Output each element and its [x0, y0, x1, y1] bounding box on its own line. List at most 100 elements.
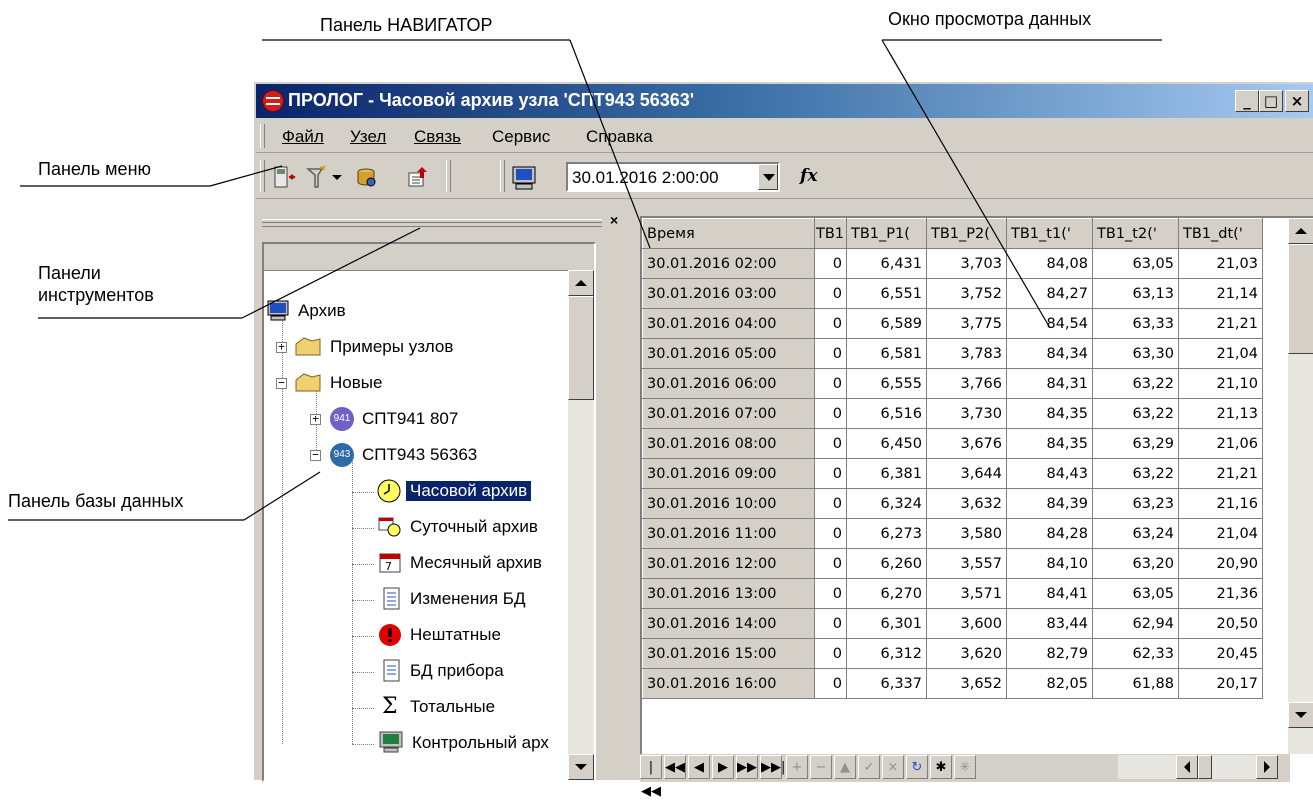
value-cell[interactable]: 82,05 — [1006, 668, 1093, 699]
value-cell[interactable]: 6,312 — [846, 638, 927, 669]
value-cell[interactable]: 3,676 — [926, 428, 1007, 459]
value-cell[interactable]: 0 — [814, 428, 847, 459]
value-cell[interactable]: 63,30 — [1092, 338, 1179, 369]
column-header[interactable]: ТВ1_Р2( — [926, 218, 1007, 249]
column-header[interactable]: Время — [642, 218, 815, 249]
time-cell[interactable]: 30.01.2016 10:00 — [642, 488, 815, 519]
value-cell[interactable]: 6,431 — [846, 248, 927, 279]
value-cell[interactable]: 63,20 — [1092, 548, 1179, 579]
value-cell[interactable]: 3,752 — [926, 278, 1007, 309]
value-cell[interactable]: 6,581 — [846, 338, 927, 369]
column-header[interactable]: ТВ1_t1(' — [1006, 218, 1093, 249]
grid-scroll-up-button[interactable] — [1288, 218, 1313, 244]
toolbar-grip-3[interactable] — [500, 160, 505, 192]
menu-file[interactable]: Файл — [282, 127, 324, 147]
nav-insert-button[interactable]: + — [786, 755, 808, 779]
value-cell[interactable]: 3,766 — [926, 368, 1007, 399]
hscroll-left-button[interactable] — [1176, 755, 1198, 779]
value-cell[interactable]: 63,33 — [1092, 308, 1179, 339]
value-cell[interactable]: 63,22 — [1092, 398, 1179, 429]
value-cell[interactable]: 3,632 — [926, 488, 1007, 519]
time-cell[interactable]: 30.01.2016 03:00 — [642, 278, 815, 309]
value-cell[interactable]: 3,580 — [926, 518, 1007, 549]
toolbar-grip-1[interactable] — [260, 160, 265, 192]
close-button[interactable]: × — [1285, 90, 1309, 112]
value-cell[interactable]: 84,28 — [1006, 518, 1093, 549]
value-cell[interactable]: 84,39 — [1006, 488, 1093, 519]
date-dropdown-button[interactable] — [758, 164, 778, 190]
value-cell[interactable]: 6,589 — [846, 308, 927, 339]
nav-refresh-button[interactable]: ↻ — [906, 755, 928, 779]
value-cell[interactable]: 6,270 — [846, 578, 927, 609]
value-cell[interactable]: 0 — [814, 548, 847, 579]
value-cell[interactable]: 6,555 — [846, 368, 927, 399]
nav-first-button[interactable]: |◀◀ — [640, 755, 662, 799]
value-cell[interactable]: 21,16 — [1178, 488, 1263, 519]
time-cell[interactable]: 30.01.2016 02:00 — [642, 248, 815, 279]
menu-link[interactable]: Связь — [414, 127, 461, 147]
value-cell[interactable]: 84,34 — [1006, 338, 1093, 369]
time-cell[interactable]: 30.01.2016 11:00 — [642, 518, 815, 549]
column-header[interactable]: ТВ1_t2(' — [1092, 218, 1179, 249]
time-cell[interactable]: 30.01.2016 13:00 — [642, 578, 815, 609]
database-panel-close-icon[interactable]: × — [610, 212, 618, 228]
table-row[interactable]: 30.01.2016 10:00 0 6,324 3,632 84,39 63,23 21,… — [642, 488, 1263, 519]
value-cell[interactable]: 0 — [814, 578, 847, 609]
nav-last-button[interactable]: ▶▶| — [760, 755, 785, 779]
time-cell[interactable]: 30.01.2016 06:00 — [642, 368, 815, 399]
title-bar[interactable]: ПРОЛОГ - Часовой архив узла 'СПТ943 5636… — [256, 84, 1313, 118]
value-cell[interactable]: 6,450 — [846, 428, 927, 459]
value-cell[interactable]: 63,24 — [1092, 518, 1179, 549]
value-cell[interactable]: 3,557 — [926, 548, 1007, 579]
time-cell[interactable]: 30.01.2016 05:00 — [642, 338, 815, 369]
value-cell[interactable]: 3,783 — [926, 338, 1007, 369]
column-header[interactable]: ТВ1_Р1( — [846, 218, 927, 249]
maximize-button[interactable]: □ — [1259, 90, 1283, 112]
nav-cancel-updates-button[interactable]: ✳ — [954, 755, 976, 779]
tree-scroll-down-button[interactable] — [568, 754, 594, 780]
value-cell[interactable]: 6,516 — [846, 398, 927, 429]
phone-dropdown-arrow-icon[interactable] — [330, 165, 344, 189]
value-cell[interactable]: 61,88 — [1092, 668, 1179, 699]
value-cell[interactable]: 21,21 — [1178, 308, 1263, 339]
value-cell[interactable]: 63,05 — [1092, 248, 1179, 279]
toolbar-grip-2[interactable] — [446, 160, 451, 192]
value-cell[interactable]: 3,775 — [926, 308, 1007, 339]
table-row[interactable]: 30.01.2016 13:00 0 6,270 3,571 84,41 63,05 21,… — [642, 578, 1263, 609]
value-cell[interactable]: 62,33 — [1092, 638, 1179, 669]
value-cell[interactable]: 0 — [814, 518, 847, 549]
nav-next-page-button[interactable]: ▶▶ — [736, 755, 758, 779]
value-cell[interactable]: 6,301 — [846, 608, 927, 639]
grid-scroll-thumb[interactable] — [1288, 244, 1313, 354]
value-cell[interactable]: 84,54 — [1006, 308, 1093, 339]
value-cell[interactable]: 63,13 — [1092, 278, 1179, 309]
expand-examples-icon[interactable]: + — [276, 341, 287, 353]
menu-node[interactable]: Узел — [350, 127, 386, 147]
value-cell[interactable]: 0 — [814, 488, 847, 519]
time-cell[interactable]: 30.01.2016 15:00 — [642, 638, 815, 669]
table-row[interactable]: 30.01.2016 06:00 0 6,555 3,766 84,31 63,22 21,… — [642, 368, 1263, 399]
value-cell[interactable]: 62,94 — [1092, 608, 1179, 639]
time-cell[interactable]: 30.01.2016 08:00 — [642, 428, 815, 459]
value-cell[interactable]: 20,50 — [1178, 608, 1263, 639]
nav-edit-button[interactable]: ▲ — [834, 755, 856, 779]
value-cell[interactable]: 63,29 — [1092, 428, 1179, 459]
time-cell[interactable]: 30.01.2016 12:00 — [642, 548, 815, 579]
fx-formula-icon[interactable]: fx — [800, 166, 817, 186]
value-cell[interactable]: 0 — [814, 608, 847, 639]
table-row[interactable]: 30.01.2016 03:00 0 6,551 3,752 84,27 63,13 21,… — [642, 278, 1263, 309]
table-row[interactable]: 30.01.2016 02:00 0 6,431 3,703 84,08 63,05 21,… — [642, 248, 1263, 279]
value-cell[interactable]: 21,03 — [1178, 248, 1263, 279]
table-row[interactable]: 30.01.2016 07:00 0 6,516 3,730 84,35 63,22 21,… — [642, 398, 1263, 429]
value-cell[interactable]: 83,44 — [1006, 608, 1093, 639]
nav-post-button[interactable]: ✓ — [858, 755, 880, 779]
hscroll-thumb[interactable] — [1198, 755, 1212, 779]
database-panel-grip[interactable] — [262, 219, 602, 227]
value-cell[interactable]: 3,600 — [926, 608, 1007, 639]
expand-spt941-icon[interactable]: + — [310, 413, 321, 425]
table-row[interactable]: 30.01.2016 11:00 0 6,273 3,580 84,28 63,24 21,… — [642, 518, 1263, 549]
nav-apply-updates-button[interactable]: ✱ — [930, 755, 952, 779]
value-cell[interactable]: 0 — [814, 458, 847, 489]
value-cell[interactable]: 21,36 — [1178, 578, 1263, 609]
phone-dial-icon[interactable] — [304, 165, 328, 189]
